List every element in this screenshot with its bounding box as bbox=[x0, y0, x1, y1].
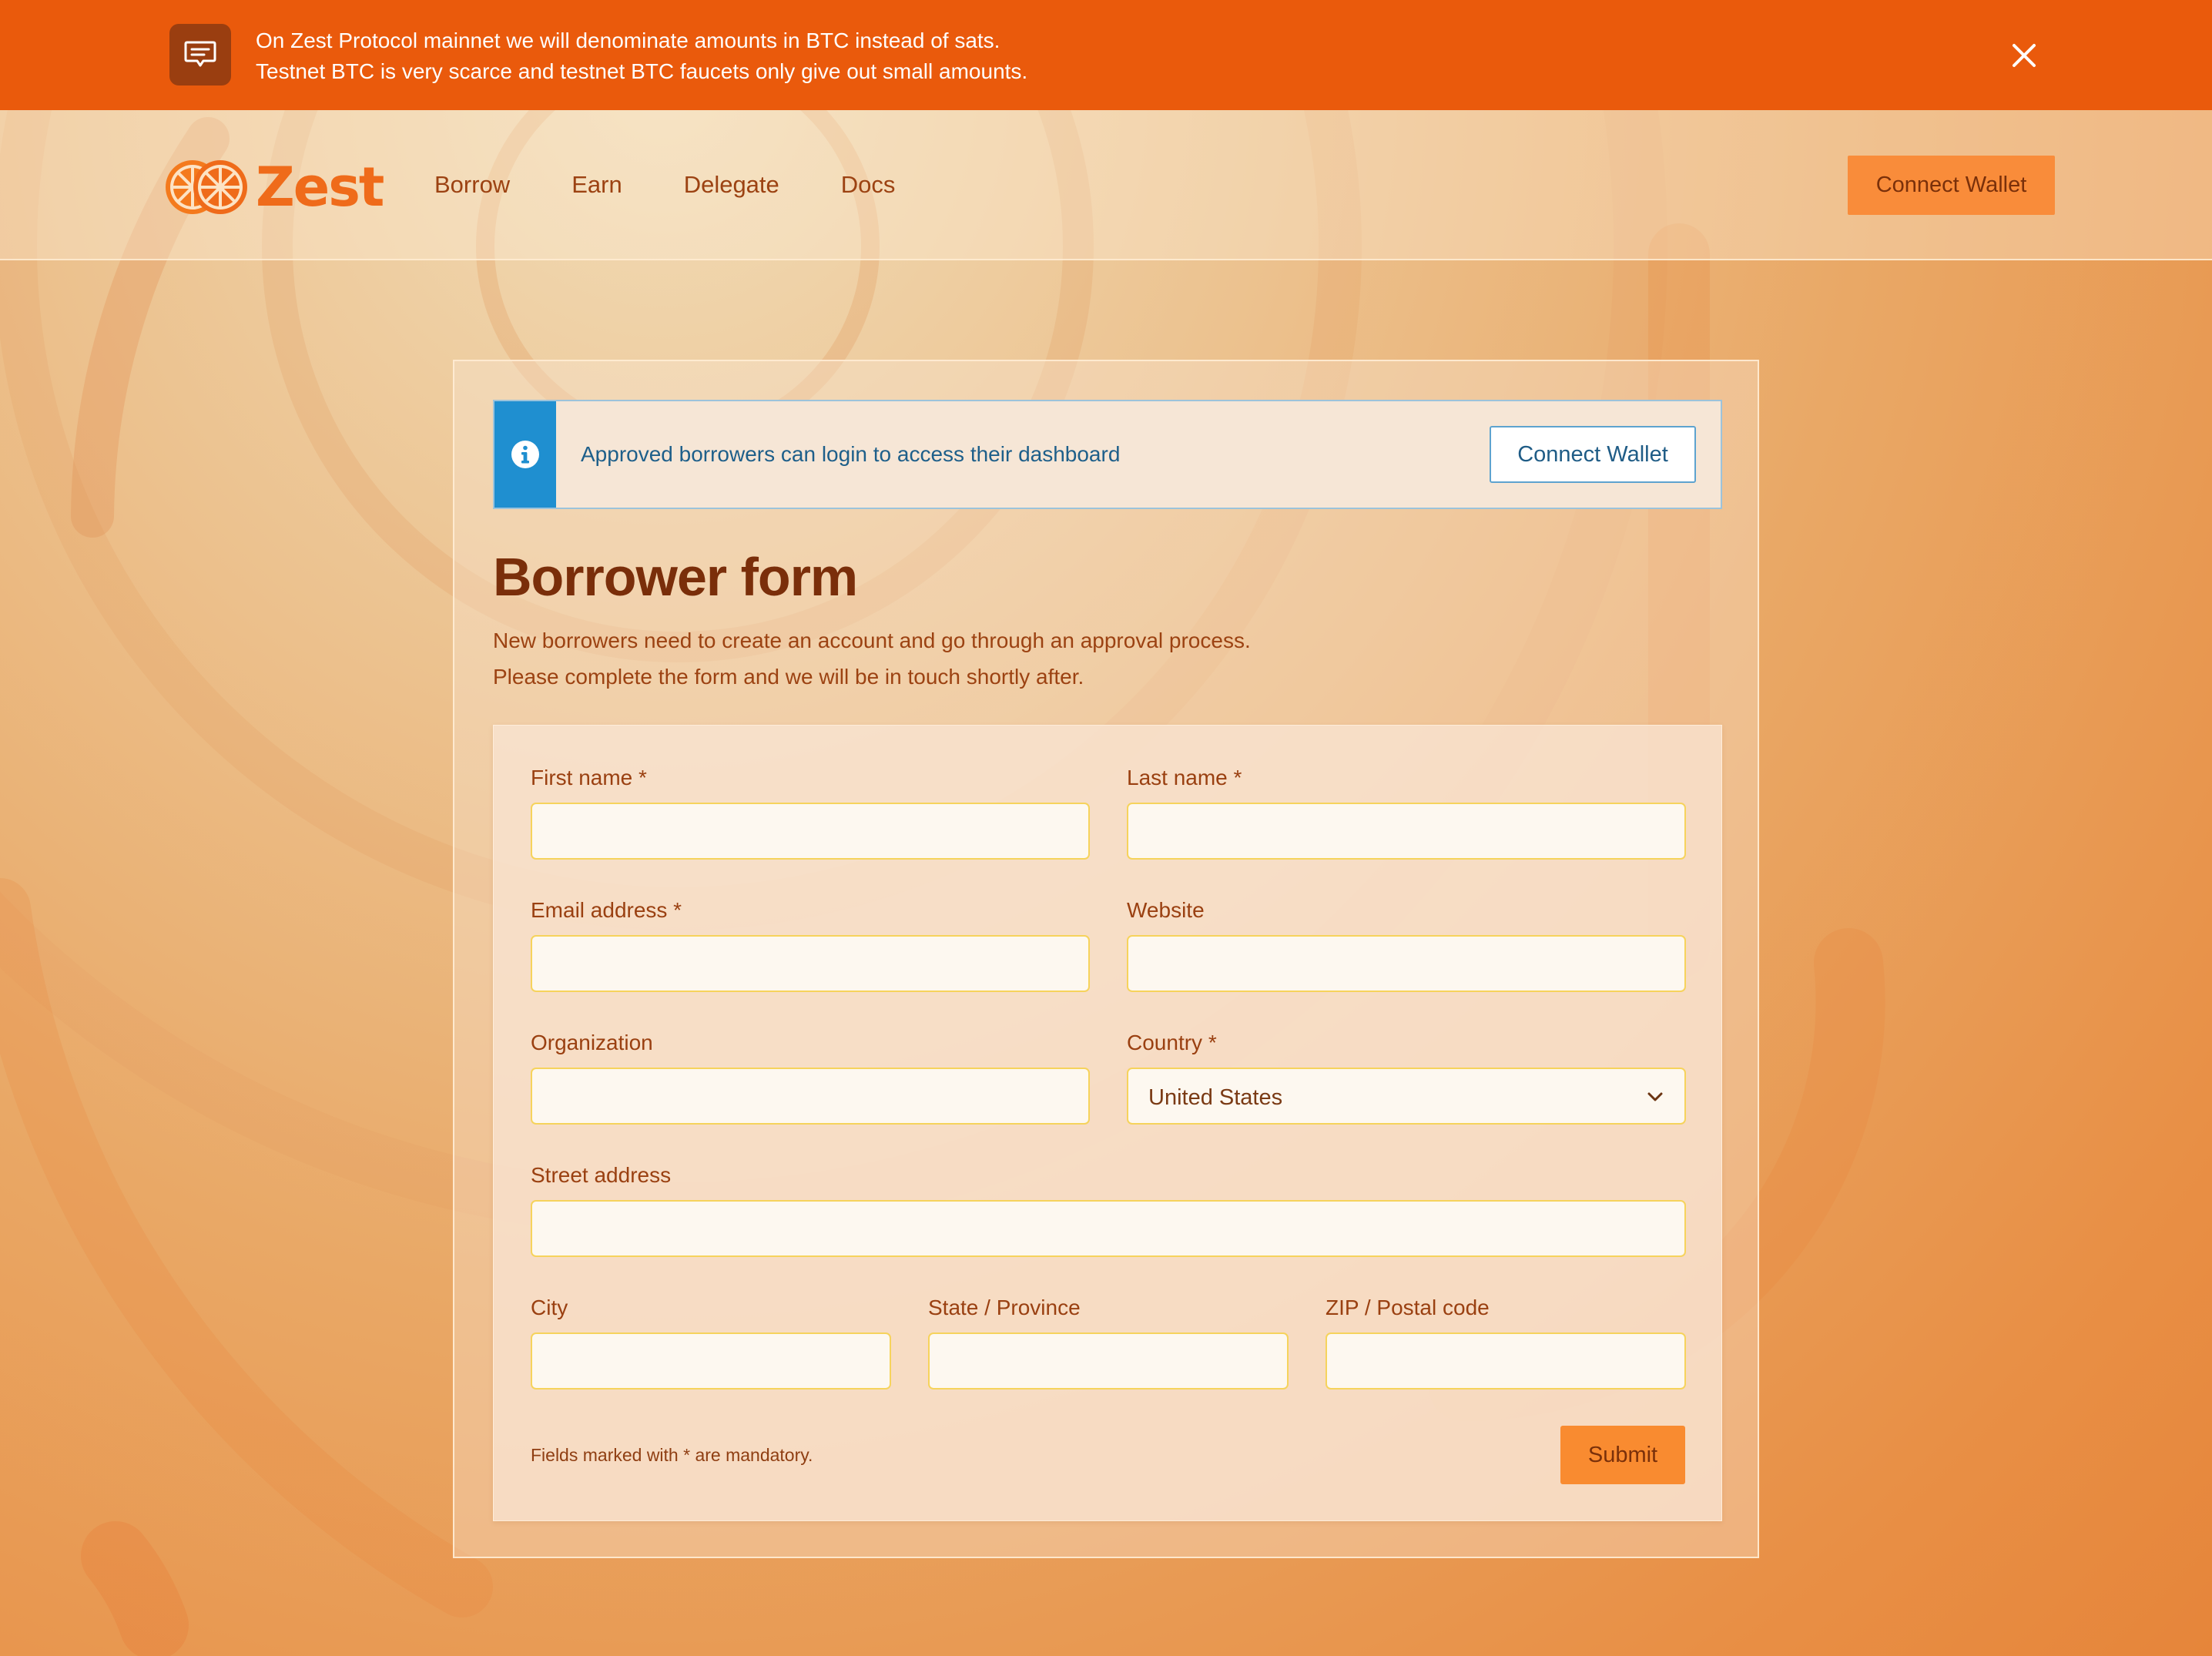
city-label: City bbox=[531, 1296, 568, 1319]
submit-button[interactable]: Submit bbox=[1560, 1426, 1685, 1484]
zip-input[interactable] bbox=[1326, 1333, 1686, 1389]
banner-line-1: On Zest Protocol mainnet we will denomin… bbox=[256, 28, 1000, 52]
first-name-group: First name * bbox=[531, 764, 1090, 860]
site-header: Zest Borrow Earn Delegate Docs Connect W… bbox=[0, 110, 2212, 260]
country-select[interactable]: United States bbox=[1127, 1068, 1686, 1125]
nav-borrow[interactable]: Borrow bbox=[434, 169, 510, 201]
last-name-label: Last name * bbox=[1127, 766, 1242, 789]
logo-text: Zest bbox=[256, 156, 384, 219]
city-group: City bbox=[531, 1294, 891, 1389]
organization-input[interactable] bbox=[531, 1068, 1090, 1125]
close-icon[interactable] bbox=[2006, 37, 2043, 74]
borrower-panel: Approved borrowers can login to access t… bbox=[453, 360, 1759, 1558]
state-label: State / Province bbox=[928, 1296, 1081, 1319]
message-icon bbox=[169, 24, 231, 85]
connect-wallet-button[interactable]: Connect Wallet bbox=[1848, 156, 2055, 215]
banner-message: On Zest Protocol mainnet we will denomin… bbox=[256, 25, 1027, 87]
state-input[interactable] bbox=[928, 1333, 1289, 1389]
organization-group: Organization bbox=[531, 1029, 1090, 1125]
country-selected-value: United States bbox=[1148, 1085, 1283, 1110]
zip-label: ZIP / Postal code bbox=[1326, 1296, 1490, 1319]
email-label: Email address * bbox=[531, 898, 682, 922]
info-icon bbox=[511, 441, 539, 468]
info-strip bbox=[494, 401, 556, 508]
zip-group: ZIP / Postal code bbox=[1326, 1294, 1686, 1389]
website-label: Website bbox=[1127, 898, 1205, 922]
email-input[interactable] bbox=[531, 935, 1090, 992]
last-name-group: Last name * bbox=[1127, 764, 1686, 860]
organization-label: Organization bbox=[531, 1031, 653, 1054]
street-input[interactable] bbox=[531, 1200, 1686, 1257]
info-connect-wallet-button[interactable]: Connect Wallet bbox=[1490, 426, 1696, 483]
announcement-banner: On Zest Protocol mainnet we will denomin… bbox=[0, 0, 2212, 110]
city-input[interactable] bbox=[531, 1333, 891, 1389]
state-group: State / Province bbox=[928, 1294, 1289, 1389]
main-nav: Borrow Earn Delegate Docs bbox=[434, 169, 957, 201]
info-alert: Approved borrowers can login to access t… bbox=[493, 400, 1722, 509]
website-input[interactable] bbox=[1127, 935, 1686, 992]
last-name-input[interactable] bbox=[1127, 803, 1686, 860]
country-label: Country * bbox=[1127, 1031, 1217, 1054]
nav-docs[interactable]: Docs bbox=[841, 169, 896, 201]
banner-line-2: Testnet BTC is very scarce and testnet B… bbox=[256, 59, 1028, 83]
country-group: Country * United States bbox=[1127, 1029, 1686, 1125]
street-label: Street address bbox=[531, 1163, 672, 1187]
form-description-line-2: Please complete the form and we will be … bbox=[493, 665, 1084, 689]
nav-delegate[interactable]: Delegate bbox=[684, 169, 779, 201]
first-name-input[interactable] bbox=[531, 803, 1090, 860]
website-group: Website bbox=[1127, 897, 1686, 992]
chevron-down-icon bbox=[1647, 1092, 1663, 1101]
mandatory-note: Fields marked with * are mandatory. bbox=[531, 1445, 813, 1465]
info-message: Approved borrowers can login to access t… bbox=[581, 442, 1121, 466]
first-name-label: First name * bbox=[531, 766, 647, 789]
street-group: Street address bbox=[531, 1162, 1686, 1257]
borrower-form: First name * Last name * Email address *… bbox=[493, 725, 1722, 1521]
zest-logo[interactable]: Zest bbox=[163, 155, 384, 220]
page-title: Borrower form bbox=[493, 547, 858, 607]
email-group: Email address * bbox=[531, 897, 1090, 992]
form-description: New borrowers need to create an account … bbox=[493, 622, 1251, 695]
form-description-line-1: New borrowers need to create an account … bbox=[493, 629, 1251, 652]
orange-slice-icon bbox=[166, 160, 247, 214]
nav-earn[interactable]: Earn bbox=[571, 169, 622, 201]
